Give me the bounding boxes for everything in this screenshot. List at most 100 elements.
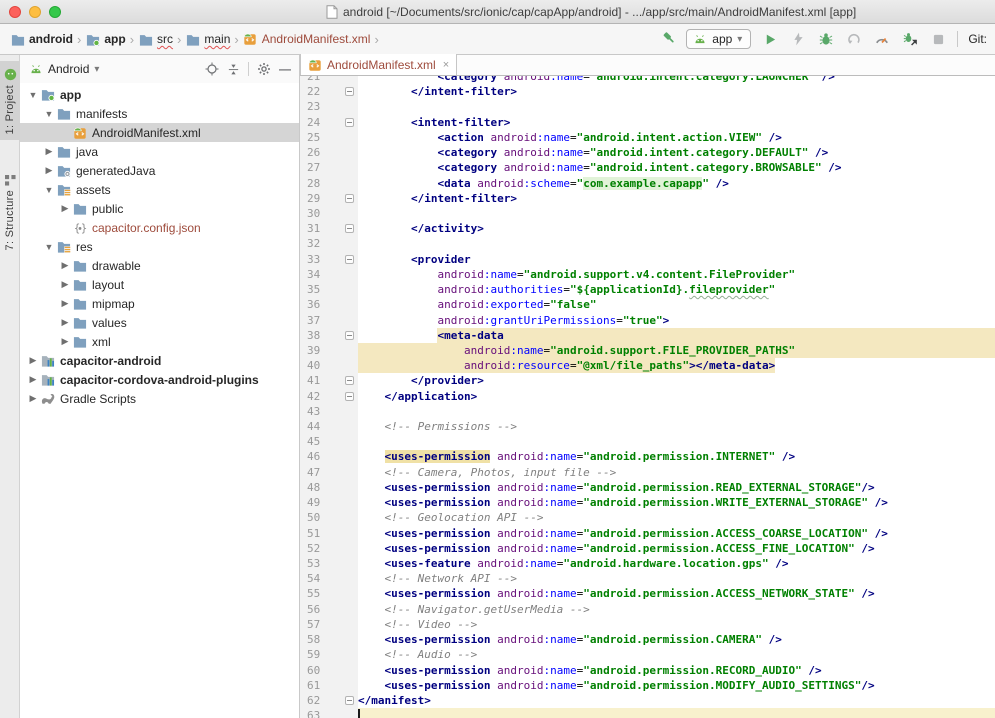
run-configuration-select[interactable]: app ▾: [686, 29, 751, 49]
tree-expand-arrow-icon[interactable]: ▶: [42, 165, 56, 176]
tree-item-res[interactable]: ▼res: [20, 237, 299, 256]
tree-item-assets[interactable]: ▼assets: [20, 180, 299, 199]
collapse-all-button[interactable]: [225, 61, 241, 77]
code-line-39[interactable]: 39 android:name="android.support.FILE_PR…: [300, 343, 995, 358]
code-line-51[interactable]: 51 <uses-permission android:name="androi…: [300, 526, 995, 541]
fold-marker-icon[interactable]: [345, 87, 354, 96]
tree-expand-arrow-icon[interactable]: ▶: [42, 146, 56, 157]
tree-expand-arrow-icon[interactable]: ▶: [26, 374, 40, 385]
code-line-38[interactable]: 38 <meta-data: [300, 328, 995, 343]
profiler-button[interactable]: [873, 30, 891, 48]
code-line-25[interactable]: 25 <action android:name="android.intent.…: [300, 130, 995, 145]
code-line-59[interactable]: 59 <!-- Audio -->: [300, 647, 995, 662]
code-line-36[interactable]: 36 android:exported="false": [300, 297, 995, 312]
code-line-52[interactable]: 52 <uses-permission android:name="androi…: [300, 541, 995, 556]
fold-marker-icon[interactable]: [345, 376, 354, 385]
code-line-46[interactable]: 46 <uses-permission android:name="androi…: [300, 449, 995, 464]
code-line-30[interactable]: 30: [300, 206, 995, 221]
tree-expand-arrow-icon[interactable]: ▶: [58, 317, 72, 328]
run-button[interactable]: [761, 30, 779, 48]
tree-item-capacitor-cordova-android-plugins[interactable]: ▶capacitor-cordova-android-plugins: [20, 370, 299, 389]
code-line-57[interactable]: 57 <!-- Video -->: [300, 617, 995, 632]
hide-tool-window-button[interactable]: —: [277, 61, 293, 77]
code-line-28[interactable]: 28 <data android:scheme="com.example.cap…: [300, 176, 995, 191]
tree-item-layout[interactable]: ▶layout: [20, 275, 299, 294]
code-line-31[interactable]: 31 </activity>: [300, 221, 995, 236]
code-line-34[interactable]: 34 android:name="android.support.v4.cont…: [300, 267, 995, 282]
fold-marker-icon[interactable]: [345, 194, 354, 203]
code-line-27[interactable]: 27 <category android:name="android.inten…: [300, 160, 995, 175]
tree-expand-arrow-icon[interactable]: ▶: [58, 336, 72, 347]
tree-item-public[interactable]: ▶public: [20, 199, 299, 218]
tree-expand-arrow-icon[interactable]: ▶: [26, 393, 40, 404]
tool-window-tab-project[interactable]: 1: Project: [0, 61, 20, 140]
code-line-24[interactable]: 24 <intent-filter>: [300, 115, 995, 130]
zoom-window-button[interactable]: [49, 6, 61, 18]
close-window-button[interactable]: [9, 6, 21, 18]
tree-item-androidmanifest-xml[interactable]: AndroidManifest.xml: [20, 123, 299, 142]
code-line-40[interactable]: 40 android:resource="@xml/file_paths"></…: [300, 358, 995, 373]
settings-gear-icon[interactable]: [256, 61, 272, 77]
tree-item-mipmap[interactable]: ▶mipmap: [20, 294, 299, 313]
fold-marker-icon[interactable]: [345, 331, 354, 340]
debug-button[interactable]: [817, 30, 835, 48]
code-line-21[interactable]: 21 <category android:name="android.inten…: [300, 76, 995, 84]
tree-collapse-arrow-icon[interactable]: ▼: [42, 242, 56, 252]
code-line-37[interactable]: 37 android:grantUriPermissions="true">: [300, 313, 995, 328]
code-line-58[interactable]: 58 <uses-permission android:name="androi…: [300, 632, 995, 647]
tree-item-java[interactable]: ▶java: [20, 142, 299, 161]
breadcrumb-src[interactable]: src: [138, 32, 173, 46]
minimize-window-button[interactable]: [29, 6, 41, 18]
code-line-61[interactable]: 61 <uses-permission android:name="androi…: [300, 678, 995, 693]
tree-item-app[interactable]: ▼app: [20, 85, 299, 104]
editor-tab-androidmanifest[interactable]: AndroidManifest.xml ×: [300, 54, 457, 75]
tree-expand-arrow-icon[interactable]: ▶: [26, 355, 40, 366]
code-line-50[interactable]: 50 <!-- Geolocation API -->: [300, 510, 995, 525]
fold-marker-icon[interactable]: [345, 696, 354, 705]
tree-expand-arrow-icon[interactable]: ▶: [58, 203, 72, 214]
code-editor[interactable]: 21 <category android:name="android.inten…: [300, 76, 995, 718]
tree-item-capacitor-android[interactable]: ▶capacitor-android: [20, 351, 299, 370]
code-line-45[interactable]: 45: [300, 434, 995, 449]
code-line-48[interactable]: 48 <uses-permission android:name="androi…: [300, 480, 995, 495]
breadcrumb-manifest[interactable]: AndroidManifest.xml: [243, 32, 371, 46]
code-line-42[interactable]: 42 </application>: [300, 389, 995, 404]
code-line-32[interactable]: 32: [300, 236, 995, 251]
tree-item-capacitor-config-json[interactable]: {}capacitor.config.json: [20, 218, 299, 237]
close-tab-icon[interactable]: ×: [441, 59, 449, 71]
fold-marker-icon[interactable]: [345, 224, 354, 233]
code-line-23[interactable]: 23: [300, 99, 995, 114]
code-line-22[interactable]: 22 </intent-filter>: [300, 84, 995, 99]
fold-marker-icon[interactable]: [345, 392, 354, 401]
code-line-62[interactable]: 62</manifest>: [300, 693, 995, 708]
breadcrumb-main[interactable]: main: [185, 32, 230, 46]
tree-expand-arrow-icon[interactable]: ▶: [58, 279, 72, 290]
tree-item-gradle-scripts[interactable]: ▶Gradle Scripts: [20, 389, 299, 408]
code-line-26[interactable]: 26 <category android:name="android.inten…: [300, 145, 995, 160]
code-line-55[interactable]: 55 <uses-permission android:name="androi…: [300, 586, 995, 601]
tool-window-tab-structure[interactable]: 7: Structure: [0, 173, 20, 250]
tree-collapse-arrow-icon[interactable]: ▼: [42, 185, 56, 195]
code-line-35[interactable]: 35 android:authorities="${applicationId}…: [300, 282, 995, 297]
code-line-56[interactable]: 56 <!-- Navigator.getUserMedia -->: [300, 602, 995, 617]
git-widget[interactable]: Git:: [968, 32, 987, 46]
fold-marker-icon[interactable]: [345, 255, 354, 264]
code-line-53[interactable]: 53 <uses-feature android:name="android.h…: [300, 556, 995, 571]
code-line-43[interactable]: 43: [300, 404, 995, 419]
tree-item-values[interactable]: ▶values: [20, 313, 299, 332]
code-line-29[interactable]: 29 </intent-filter>: [300, 191, 995, 206]
tree-expand-arrow-icon[interactable]: ▶: [58, 298, 72, 309]
tree-collapse-arrow-icon[interactable]: ▼: [42, 109, 56, 119]
code-line-44[interactable]: 44 <!-- Permissions -->: [300, 419, 995, 434]
breadcrumb-app[interactable]: app: [85, 32, 125, 46]
tree-item-drawable[interactable]: ▶drawable: [20, 256, 299, 275]
locate-file-button[interactable]: [204, 61, 220, 77]
fold-marker-icon[interactable]: [345, 118, 354, 127]
tree-item-manifests[interactable]: ▼manifests: [20, 104, 299, 123]
code-line-54[interactable]: 54 <!-- Network API -->: [300, 571, 995, 586]
tree-collapse-arrow-icon[interactable]: ▼: [26, 90, 40, 100]
project-view-selector[interactable]: Android: [48, 62, 89, 76]
code-line-41[interactable]: 41 </provider>: [300, 373, 995, 388]
code-line-49[interactable]: 49 <uses-permission android:name="androi…: [300, 495, 995, 510]
tree-item-generatedjava[interactable]: ▶generatedJava: [20, 161, 299, 180]
